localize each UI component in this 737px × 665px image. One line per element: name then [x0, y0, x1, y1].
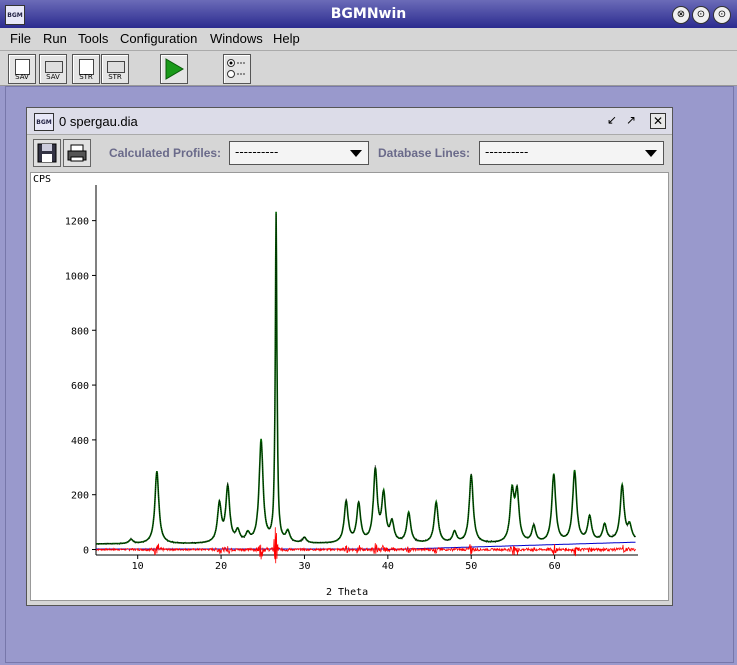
- x-tick-label: 30: [298, 561, 310, 572]
- run-button[interactable]: [160, 54, 188, 84]
- floppy-disk-icon: [37, 143, 57, 163]
- database-lines-select[interactable]: ----------: [479, 141, 664, 165]
- chart-series: [95, 211, 636, 564]
- y-tick-label: 600: [71, 381, 89, 392]
- save-diagram-button[interactable]: [33, 139, 61, 167]
- menu-file[interactable]: File: [10, 31, 31, 46]
- save-file-button[interactable]: SAV: [8, 54, 36, 84]
- calculated-profiles-value: ----------: [235, 145, 279, 159]
- x-axis-label: 2 Theta: [326, 587, 368, 598]
- y-tick-label: 0: [83, 546, 89, 557]
- structure-folder-label: STR: [108, 73, 122, 81]
- save-file-label: SAV: [15, 73, 29, 81]
- y-tick-label: 400: [71, 436, 89, 447]
- x-tick-label: 40: [382, 561, 394, 572]
- calculated-profiles-select[interactable]: ----------: [229, 141, 369, 165]
- menu-windows[interactable]: Windows: [210, 31, 263, 46]
- options-button[interactable]: [223, 54, 251, 84]
- calculated-curve: [96, 211, 636, 545]
- play-icon: [165, 58, 184, 80]
- radio-options-icon: [227, 59, 246, 78]
- calculated-profiles-label: Calculated Profiles:: [109, 146, 222, 160]
- diffraction-plot: CPS 2 Theta 0 200 400 600 800 1000 1200 10 20 30 4…: [30, 172, 669, 601]
- x-tick-label: 20: [215, 561, 227, 572]
- diagram-window-title-bar: BGM 0 spergau.dia ↙ ↗ ✕: [27, 108, 672, 135]
- menu-tools[interactable]: Tools: [78, 31, 108, 46]
- maximize-icon[interactable]: ⊙: [713, 6, 731, 24]
- y-axis-label: CPS: [33, 174, 51, 185]
- save-folder-icon: [45, 61, 63, 73]
- x-tick-label: 50: [465, 561, 477, 572]
- main-toolbar: SAV SAV STR STR: [0, 51, 737, 86]
- window-title: BGMNwin: [330, 6, 407, 22]
- chevron-down-icon: [350, 150, 362, 157]
- diagram-window: BGM 0 spergau.dia ↙ ↗ ✕ Calculated Profi…: [26, 107, 673, 606]
- menu-configuration[interactable]: Configuration: [120, 31, 197, 46]
- database-lines-value: ----------: [485, 145, 529, 159]
- menu-bar: File Run Tools Configuration Windows Hel…: [0, 28, 737, 51]
- structure-file-label: STR: [79, 73, 93, 81]
- app-title-bar: BGM BGMNwin ⊗ ⊙ ⊙: [0, 0, 737, 28]
- printer-icon: [67, 144, 87, 162]
- structure-folder-icon: [107, 61, 125, 73]
- y-tick-label: 1200: [65, 217, 89, 228]
- chevron-down-icon: [645, 150, 657, 157]
- close-icon[interactable]: ✕: [650, 113, 666, 129]
- structure-file-button[interactable]: STR: [72, 54, 100, 84]
- diagram-window-title: 0 spergau.dia: [59, 114, 138, 129]
- x-tick-label: 10: [132, 561, 144, 572]
- minimize-icon[interactable]: ⊙: [692, 6, 710, 24]
- maximize-icon[interactable]: ↗: [624, 113, 638, 127]
- structure-folder-button[interactable]: STR: [101, 54, 129, 84]
- iconify-icon[interactable]: ↙: [605, 113, 619, 127]
- save-folder-label: SAV: [46, 73, 60, 81]
- diagram-logo-icon: BGM: [34, 113, 54, 131]
- y-tick-label: 800: [71, 326, 89, 337]
- diagram-toolbar: Calculated Profiles: ---------- Database…: [27, 135, 672, 169]
- print-button[interactable]: [63, 139, 91, 167]
- menu-run[interactable]: Run: [43, 31, 67, 46]
- y-tick-label: 1000: [65, 271, 89, 282]
- close-icon[interactable]: ⊗: [672, 6, 690, 24]
- menu-help[interactable]: Help: [273, 31, 300, 46]
- diffraction-chart: CPS 2 Theta 0 200 400 600 800 1000 1200 10 20 30 4…: [33, 174, 638, 598]
- chart-axes: 0 200 400 600 800 1000 1200 10 20 30 40 50 60: [65, 185, 638, 572]
- database-lines-label: Database Lines:: [378, 146, 471, 160]
- save-folder-button[interactable]: SAV: [39, 54, 67, 84]
- y-tick-label: 200: [71, 491, 89, 502]
- x-tick-label: 60: [549, 561, 561, 572]
